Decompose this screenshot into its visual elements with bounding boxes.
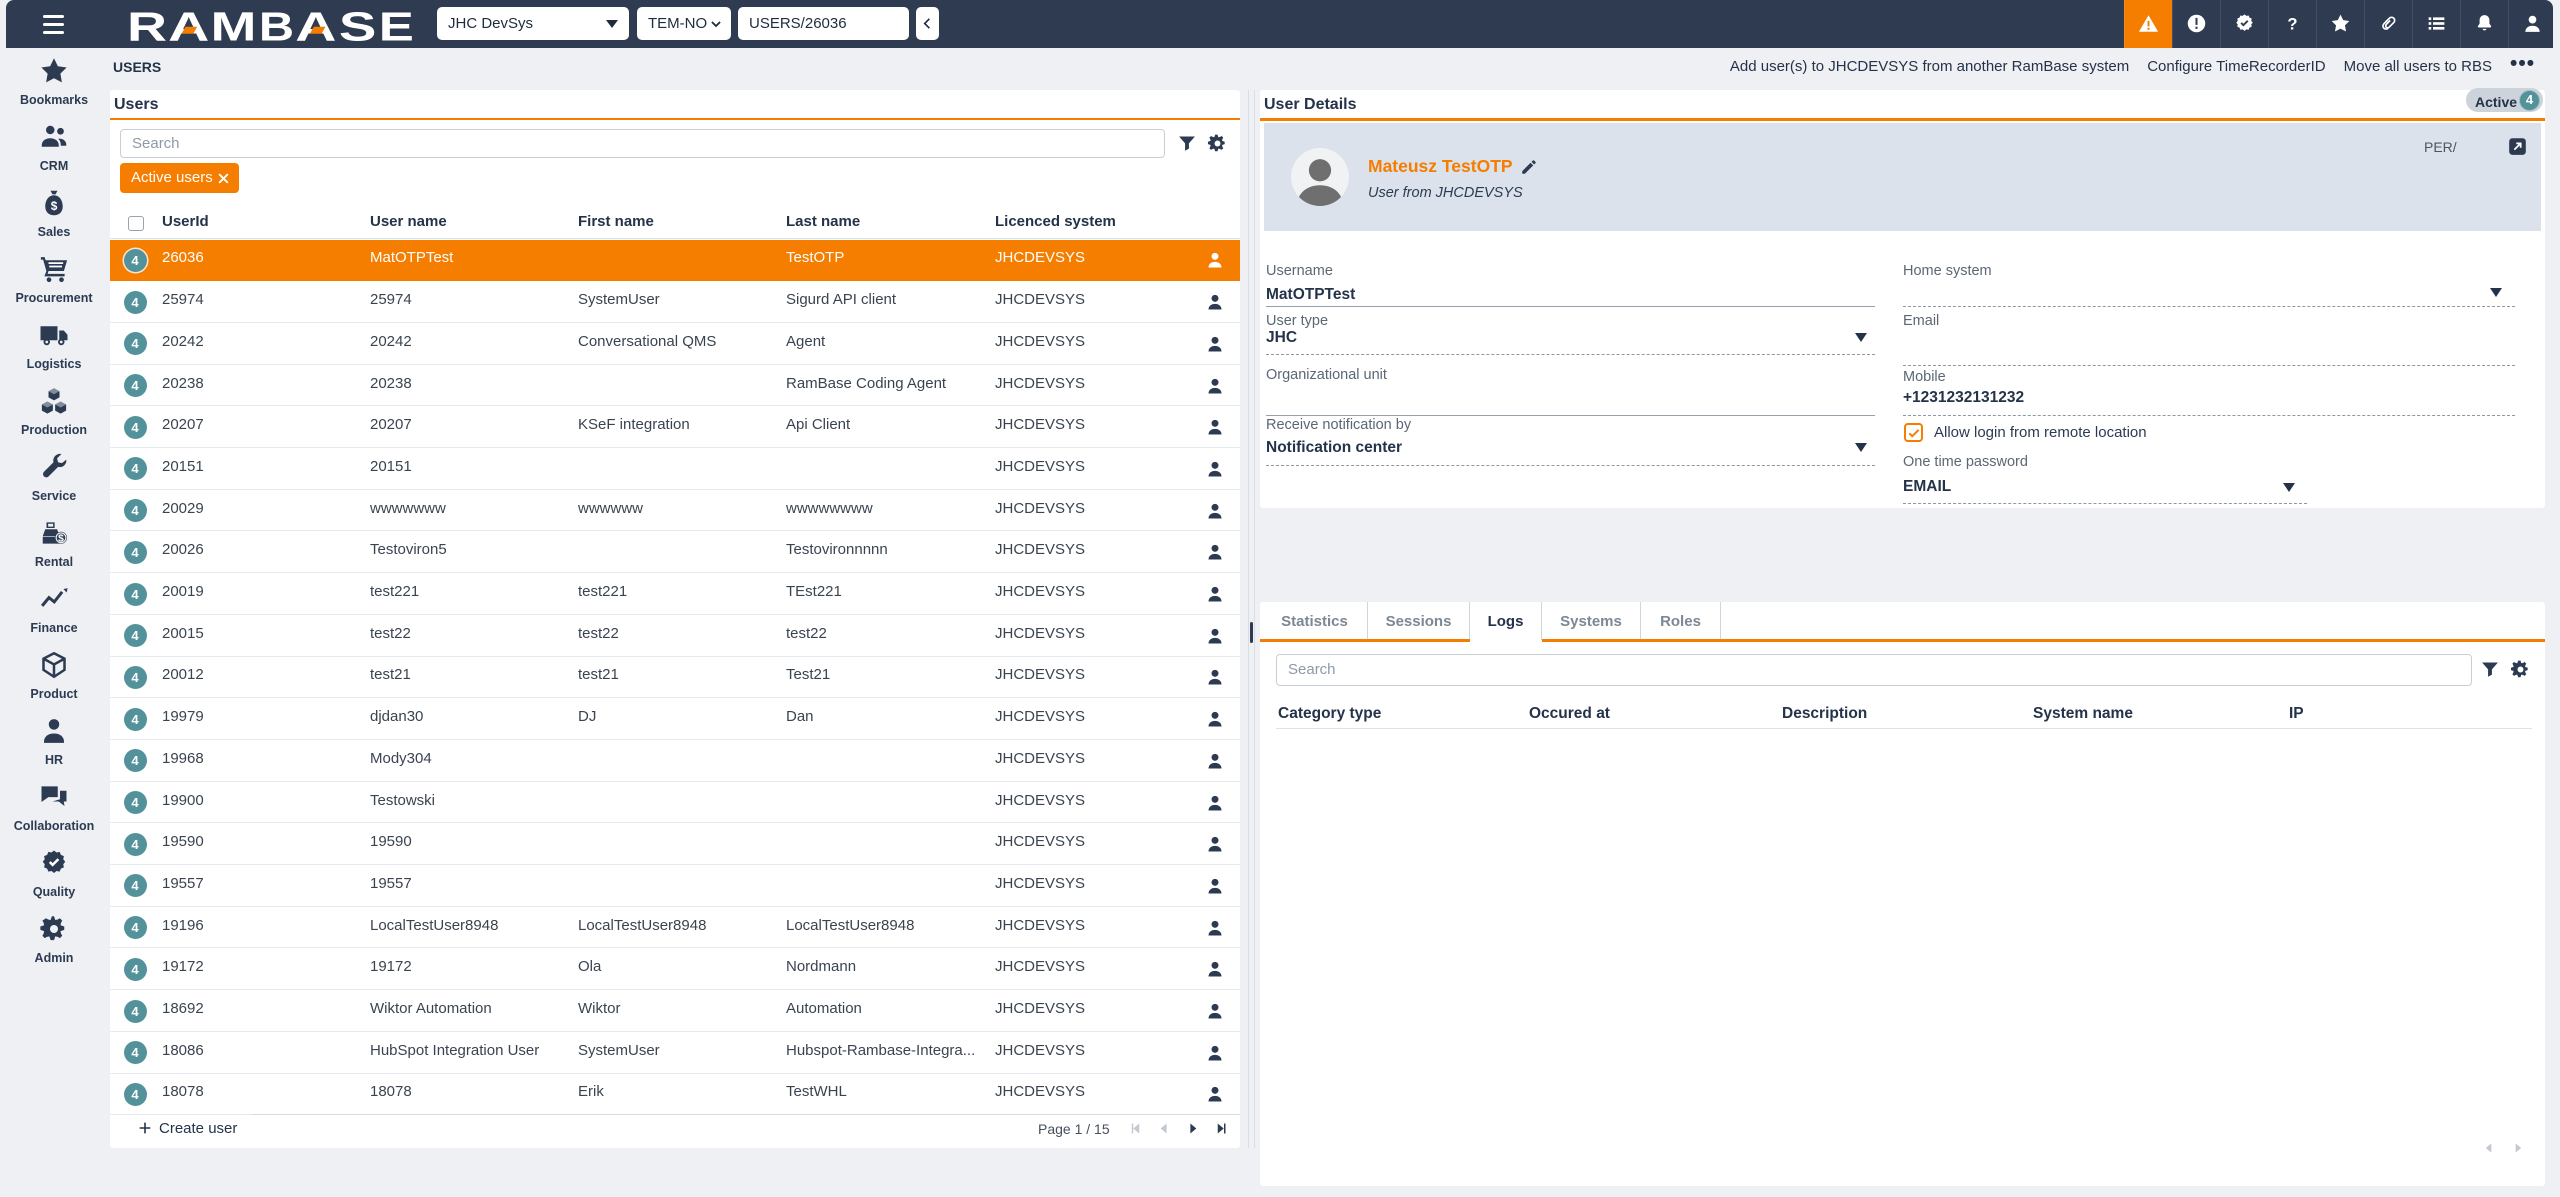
svg-text:E: E (379, 11, 414, 49)
svg-text:S: S (339, 11, 377, 49)
svg-text:R: R (127, 11, 167, 49)
svg-text:$: $ (58, 534, 64, 545)
svg-text:$: $ (51, 199, 58, 213)
svg-text:B: B (259, 11, 294, 49)
svg-text:M: M (211, 11, 257, 49)
svg-text:?: ? (2287, 14, 2297, 33)
